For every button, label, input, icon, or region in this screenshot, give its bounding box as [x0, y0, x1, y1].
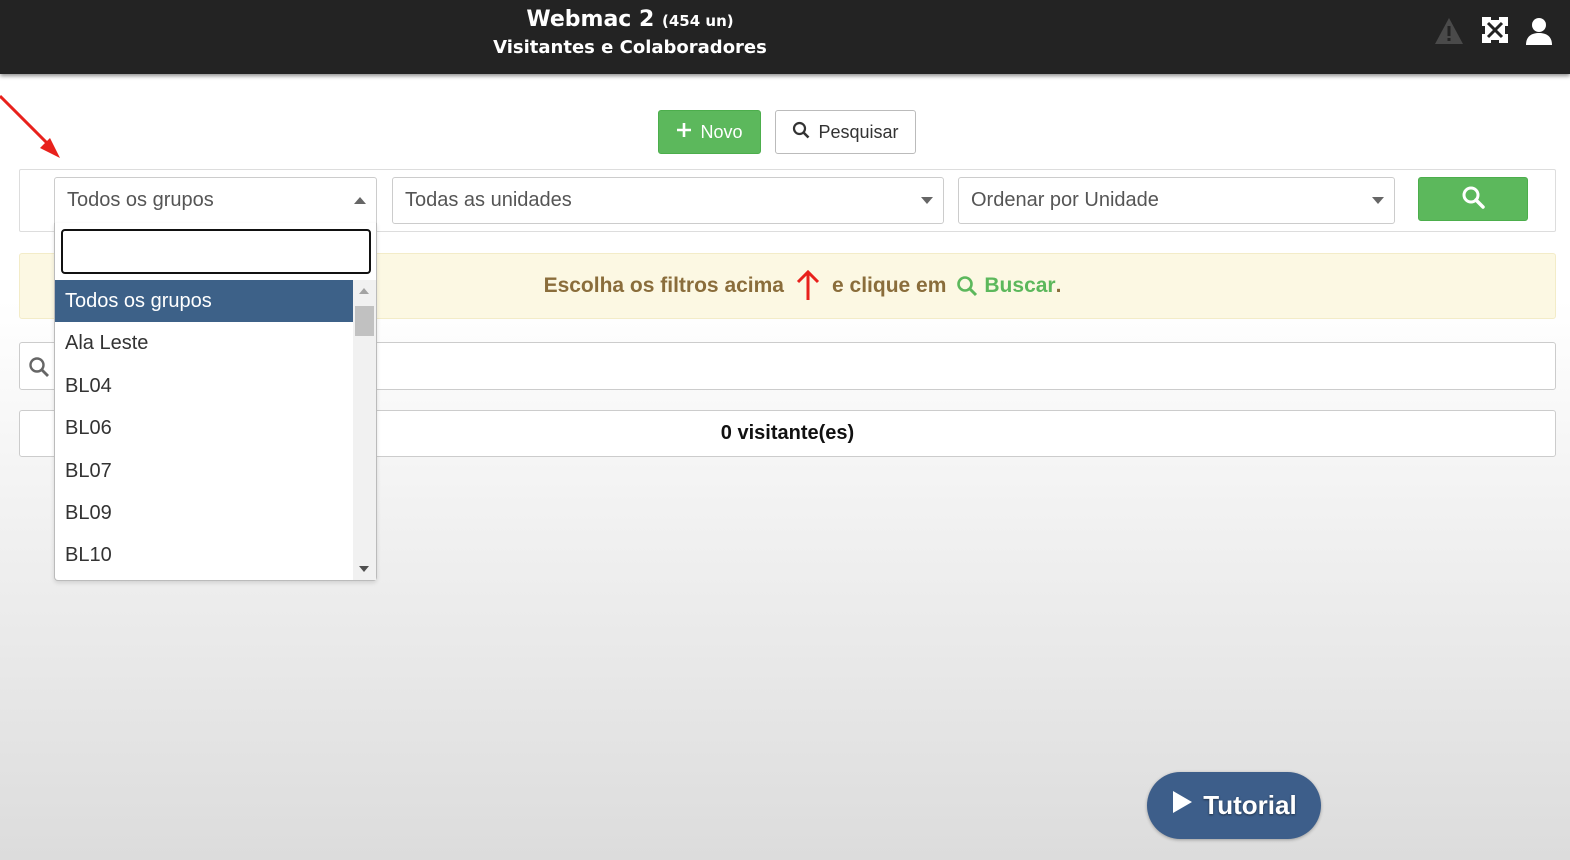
pesquisar-label: Pesquisar	[818, 121, 899, 142]
search-icon	[792, 121, 810, 144]
buscar-button[interactable]	[1418, 177, 1528, 221]
expand-icon[interactable]	[1481, 16, 1511, 48]
dropdown-option[interactable]: BL06	[55, 407, 353, 449]
dropdown-list: Todos os grupos Ala Leste BL04 BL06 BL07…	[55, 280, 353, 577]
chevron-up-icon	[354, 197, 366, 204]
scroll-up-icon[interactable]	[359, 288, 369, 294]
novo-label: Novo	[700, 121, 743, 142]
unidades-select[interactable]: Todas as unidades	[392, 177, 944, 224]
dropdown-option[interactable]: BL10	[55, 534, 353, 576]
alert-text-before: Escolha os filtros acima	[543, 274, 784, 297]
grupos-select-value: Todos os grupos	[67, 189, 214, 211]
dropdown-option[interactable]: BL09	[55, 492, 353, 534]
dropdown-search-input[interactable]	[61, 229, 371, 274]
annotation-arrow-icon	[0, 94, 60, 158]
ordenar-select[interactable]: Ordenar por Unidade	[958, 177, 1395, 224]
search-icon	[28, 356, 50, 382]
dropdown-option[interactable]: BL04	[55, 365, 353, 407]
search-icon	[1461, 185, 1485, 213]
tutorial-label: Tutorial	[1203, 790, 1297, 820]
warning-icon[interactable]	[1434, 16, 1464, 48]
grupos-select[interactable]: Todos os grupos	[54, 177, 377, 224]
ordenar-select-value: Ordenar por Unidade	[971, 189, 1159, 211]
unidades-select-value: Todas as unidades	[405, 189, 572, 211]
header-title-block: Webmac 2 (454 un) Visitantes e Colaborad…	[430, 6, 830, 61]
scrollbar-thumb[interactable]	[355, 306, 374, 336]
play-icon	[1171, 790, 1193, 821]
tutorial-button[interactable]: Tutorial	[1147, 772, 1321, 839]
dropdown-option[interactable]: Ala Leste	[55, 322, 353, 364]
alert-text-middle: e clique em	[832, 274, 947, 297]
dropdown-option[interactable]: Todos os grupos	[55, 280, 353, 323]
dropdown-scrollbar[interactable]	[353, 280, 376, 580]
search-icon	[956, 275, 978, 297]
grupos-dropdown: Todos os grupos Ala Leste BL04 BL06 BL07…	[54, 223, 377, 581]
scroll-down-icon[interactable]	[359, 566, 369, 572]
arrow-up-icon	[796, 270, 820, 302]
chevron-down-icon	[1372, 197, 1384, 204]
page-subtitle: Visitantes e Colaboradores	[493, 37, 767, 58]
app-name: Webmac 2	[526, 7, 655, 32]
chevron-down-icon	[921, 197, 933, 204]
dropdown-option[interactable]: BL07	[55, 450, 353, 492]
alert-action-word: Buscar	[984, 274, 1056, 297]
pesquisar-button[interactable]: Pesquisar	[775, 110, 916, 154]
alert-period: .	[1055, 274, 1062, 297]
app-count: (454 un)	[662, 12, 734, 30]
plus-icon	[676, 122, 692, 143]
user-icon[interactable]	[1524, 16, 1554, 48]
app-title: Webmac 2 (454 un)	[430, 6, 830, 35]
top-header: Webmac 2 (454 un) Visitantes e Colaborad…	[0, 0, 1570, 74]
results-count-text: 0 visitante(es)	[720, 422, 855, 444]
novo-button[interactable]: Novo	[658, 110, 761, 154]
